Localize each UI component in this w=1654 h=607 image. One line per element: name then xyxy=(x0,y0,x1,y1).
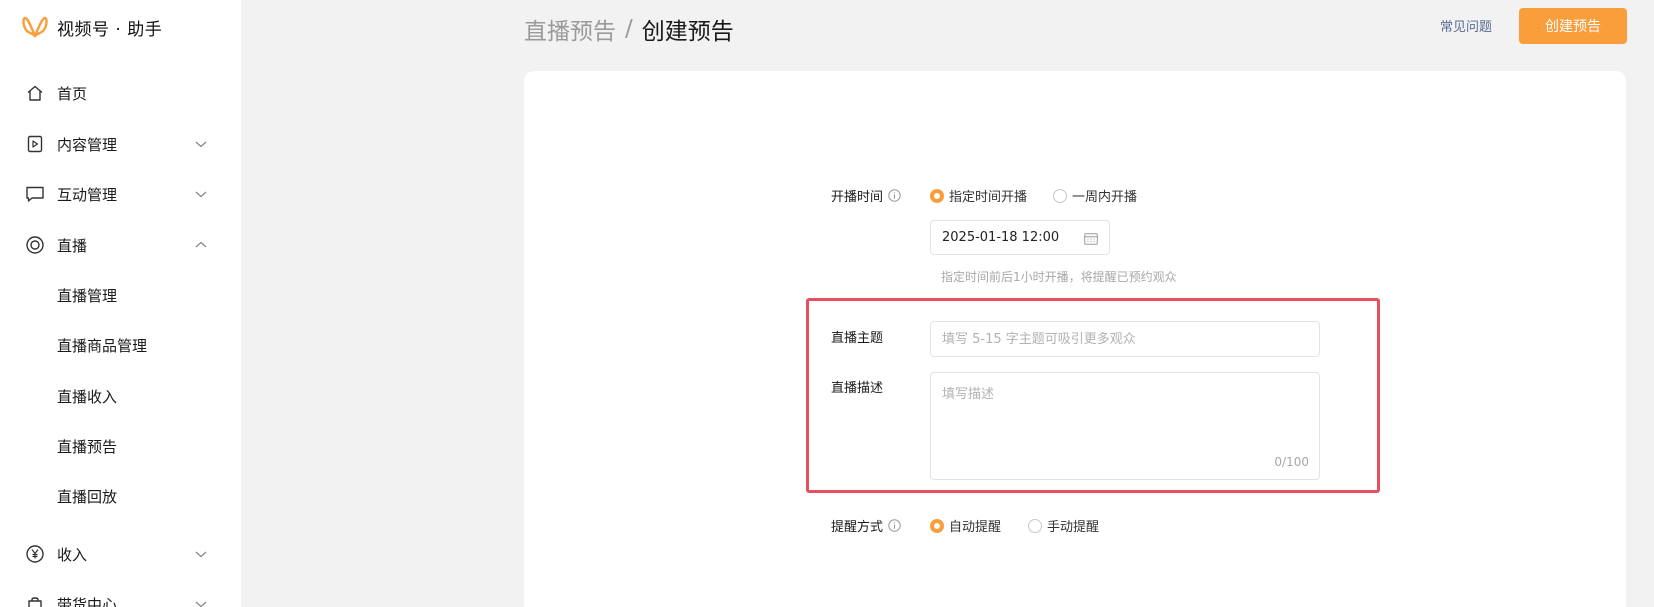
start-datetime-value: 2025-01-18 12:00 xyxy=(942,230,1060,245)
create-preview-button[interactable]: 创建预告 xyxy=(1519,8,1627,44)
sidebar-item-label: 互动管理 xyxy=(57,185,118,204)
description-label: 直播描述 xyxy=(831,377,883,396)
sidebar-subitem-label: 直播回放 xyxy=(57,487,118,506)
radio-manual-reminder[interactable]: 手动提醒 xyxy=(1028,516,1099,535)
play-square-icon xyxy=(25,134,45,154)
radio-unchecked-icon xyxy=(1053,188,1067,203)
chevron-down-icon xyxy=(195,551,207,558)
live-circle-icon xyxy=(25,235,45,255)
reminder-label-text: 提醒方式 xyxy=(831,520,884,535)
sidebar-item-live[interactable]: 直播 xyxy=(0,225,241,265)
breadcrumb-separator: / xyxy=(625,16,633,42)
start-time-label: 开播时间 xyxy=(831,186,901,205)
sidebar-item-label: 带货中心 xyxy=(57,595,118,607)
radio-auto-reminder[interactable]: 自动提醒 xyxy=(930,516,1001,535)
yen-circle-icon xyxy=(25,544,45,564)
sidebar-item-label: 内容管理 xyxy=(57,135,118,154)
sidebar-subitem-label: 直播收入 xyxy=(57,387,118,406)
sidebar: 视频号 · 助手 首页 内容管理 互动管理 直播 直播管理 直播商品管理 直播收… xyxy=(0,0,241,607)
radio-unchecked-icon xyxy=(1028,518,1042,533)
sidebar-subitem-live-replay[interactable]: 直播回放 xyxy=(0,478,241,514)
sidebar-subitem-live-manage[interactable]: 直播管理 xyxy=(0,277,241,313)
sidebar-item-income[interactable]: 收入 xyxy=(0,534,241,574)
start-time-label-text: 开播时间 xyxy=(831,190,884,205)
butterfly-logo-icon xyxy=(22,16,48,38)
brand[interactable]: 视频号 · 助手 xyxy=(22,12,162,42)
radio-checked-icon xyxy=(930,188,944,203)
radio-within-week[interactable]: 一周内开播 xyxy=(1053,186,1137,205)
chevron-down-icon xyxy=(195,601,207,607)
faq-link[interactable]: 常见问题 xyxy=(1440,16,1492,35)
chevron-down-icon xyxy=(195,191,207,198)
sidebar-subitem-label: 直播管理 xyxy=(57,286,118,305)
radio-label: 自动提醒 xyxy=(949,520,1002,535)
breadcrumb-parent[interactable]: 直播预告 xyxy=(524,12,616,46)
page-title: 创建预告 xyxy=(641,19,734,45)
radio-label: 指定时间开播 xyxy=(949,190,1028,205)
description-char-counter: 0/100 xyxy=(1274,455,1309,469)
sidebar-subitem-live-products[interactable]: 直播商品管理 xyxy=(0,327,241,363)
radio-label: 手动提醒 xyxy=(1047,520,1100,535)
home-icon xyxy=(25,83,45,103)
chevron-up-icon xyxy=(195,241,207,248)
info-icon[interactable] xyxy=(888,189,901,202)
shopping-bag-icon xyxy=(25,594,45,607)
description-textarea[interactable] xyxy=(931,373,1319,479)
sidebar-subitem-live-preview[interactable]: 直播预告 xyxy=(0,428,241,464)
sidebar-item-home[interactable]: 首页 xyxy=(0,73,241,113)
sidebar-item-commerce[interactable]: 带货中心 xyxy=(0,584,241,607)
info-icon[interactable] xyxy=(888,519,901,532)
start-datetime-picker[interactable]: 2025-01-18 12:00 xyxy=(930,220,1110,255)
description-label-text: 直播描述 xyxy=(831,381,884,396)
topic-label: 直播主题 xyxy=(831,327,883,346)
chevron-down-icon xyxy=(195,141,207,148)
sidebar-subitem-label: 直播预告 xyxy=(57,437,118,456)
calendar-icon xyxy=(1084,233,1098,245)
reminder-label: 提醒方式 xyxy=(831,516,901,535)
radio-checked-icon xyxy=(930,518,944,533)
sidebar-item-label: 首页 xyxy=(57,84,88,103)
radio-label: 一周内开播 xyxy=(1072,190,1138,205)
chat-bubble-icon xyxy=(25,184,45,204)
topic-input[interactable] xyxy=(930,321,1320,357)
radio-specified-time[interactable]: 指定时间开播 xyxy=(930,186,1027,205)
breadcrumb: 直播预告 / 创建预告 xyxy=(524,12,734,46)
brand-name: 视频号 · 助手 xyxy=(57,19,163,40)
sidebar-item-content[interactable]: 内容管理 xyxy=(0,124,241,164)
start-time-hint: 指定时间前后1小时开播，将提醒已预约观众 xyxy=(941,270,1177,284)
sidebar-subitem-live-income[interactable]: 直播收入 xyxy=(0,378,241,414)
sidebar-item-label: 收入 xyxy=(57,545,88,564)
sidebar-subitem-label: 直播商品管理 xyxy=(57,336,148,355)
description-field: 0/100 xyxy=(930,372,1320,480)
sidebar-item-label: 直播 xyxy=(57,236,88,255)
topic-label-text: 直播主题 xyxy=(831,331,884,346)
sidebar-item-interaction[interactable]: 互动管理 xyxy=(0,174,241,214)
